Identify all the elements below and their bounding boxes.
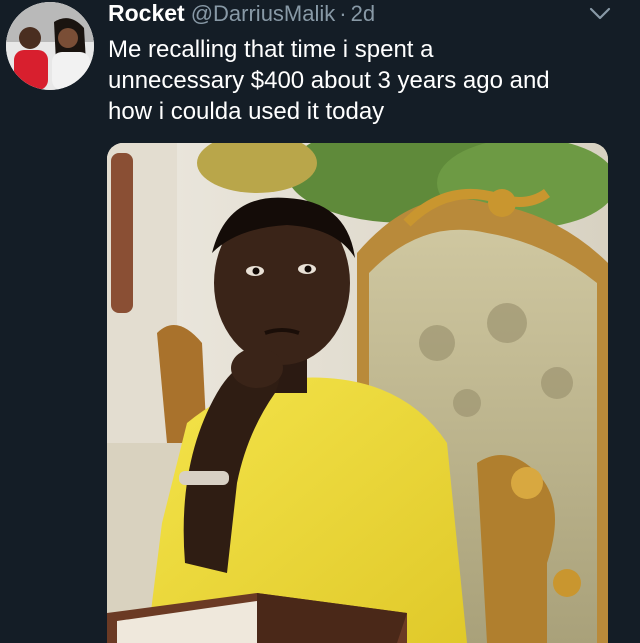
tweet: Rocket @DarriusMalik · 2d Me recalling t… <box>0 0 640 643</box>
avatar-image <box>6 2 94 90</box>
display-name[interactable]: Rocket <box>108 0 185 27</box>
chevron-down-icon[interactable] <box>588 6 612 22</box>
tweet-text: Me recalling that time i spent a unneces… <box>108 36 550 125</box>
tweet-timestamp[interactable]: 2d <box>351 1 375 27</box>
user-handle[interactable]: @DarriusMalik <box>191 1 336 27</box>
avatar[interactable] <box>6 2 94 90</box>
media-photo <box>107 143 608 643</box>
tweet-media-image[interactable] <box>107 143 608 643</box>
separator-dot: · <box>339 1 347 26</box>
tweet-header: Rocket @DarriusMalik · 2d <box>108 0 375 30</box>
